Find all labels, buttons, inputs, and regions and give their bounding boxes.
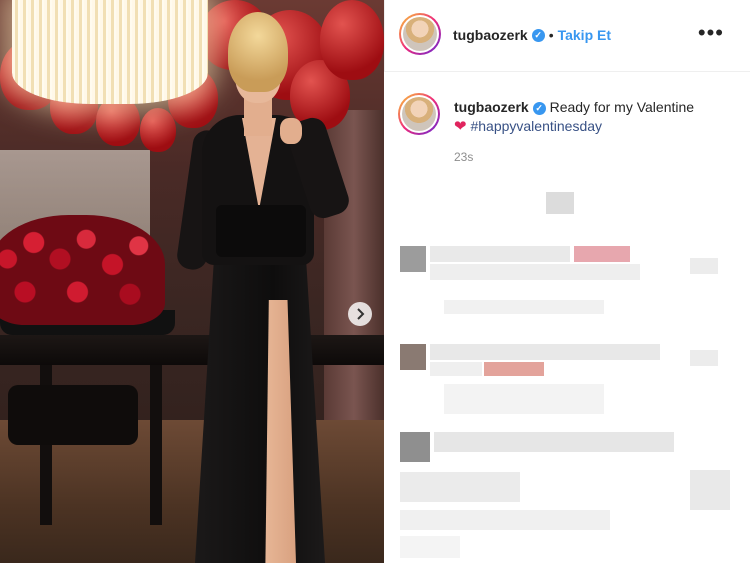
hand — [280, 118, 302, 144]
follow-button[interactable]: Takip Et — [558, 27, 611, 43]
timestamp: 23s — [454, 150, 474, 164]
comment-like-blur — [690, 470, 730, 510]
comment-blur — [574, 246, 630, 262]
comment-blur — [400, 536, 460, 558]
comment-avatar — [400, 344, 426, 370]
post-panel: tugbaozerk ✓ • Takip Et ••• tugbaozerk ✓ Rea… — [384, 0, 750, 563]
hashtag-link[interactable]: #happyvalentinesday — [470, 118, 602, 134]
comment-like-blur — [690, 350, 718, 366]
caption-username[interactable]: tugbaozerk — [454, 99, 529, 115]
comment-avatar — [400, 432, 430, 462]
comment-meta-blur — [444, 300, 604, 314]
loading-spinner — [546, 192, 574, 214]
caption-text: Ready for my Valentine — [549, 99, 695, 115]
avatar-image — [403, 17, 437, 51]
comment-meta-blur — [444, 384, 604, 414]
woman-figure — [175, 0, 355, 563]
chandelier — [12, 0, 208, 104]
comment-blur — [400, 510, 610, 530]
avatar[interactable] — [399, 13, 441, 55]
rose-bouquet — [0, 215, 165, 325]
caption-avatar[interactable] — [398, 93, 440, 135]
verified-badge-icon: ✓ — [531, 29, 545, 43]
more-options-icon[interactable]: ••• — [698, 22, 724, 44]
caption: tugbaozerk ✓ Ready for my Valentine ❤ #ha… — [454, 98, 734, 136]
comment-blur — [430, 246, 570, 262]
chevron-right-icon[interactable] — [348, 302, 372, 326]
comment-blur — [400, 472, 520, 502]
comment-blur — [430, 362, 482, 376]
header-username[interactable]: tugbaozerk — [453, 27, 528, 43]
comment-blur — [430, 264, 640, 280]
table-leg — [150, 365, 162, 525]
avatar-image — [402, 97, 436, 131]
comment-avatar — [400, 246, 426, 272]
verified-badge-icon: ✓ — [532, 101, 546, 115]
comment-blur — [430, 344, 660, 360]
chair — [8, 385, 138, 445]
corset-belt — [216, 205, 306, 257]
comment-blur — [484, 362, 544, 376]
header-meta: tugbaozerk ✓ • Takip Et — [453, 27, 611, 45]
comment-blur — [434, 432, 674, 452]
hair-bun — [228, 12, 288, 92]
heart-icon: ❤ — [454, 118, 467, 135]
post-photo[interactable] — [0, 0, 384, 563]
comment-like-blur — [690, 258, 718, 274]
separator-dot: • — [548, 27, 554, 43]
dress-skirt — [195, 250, 325, 563]
post-header: tugbaozerk ✓ • Takip Et ••• — [384, 0, 750, 72]
